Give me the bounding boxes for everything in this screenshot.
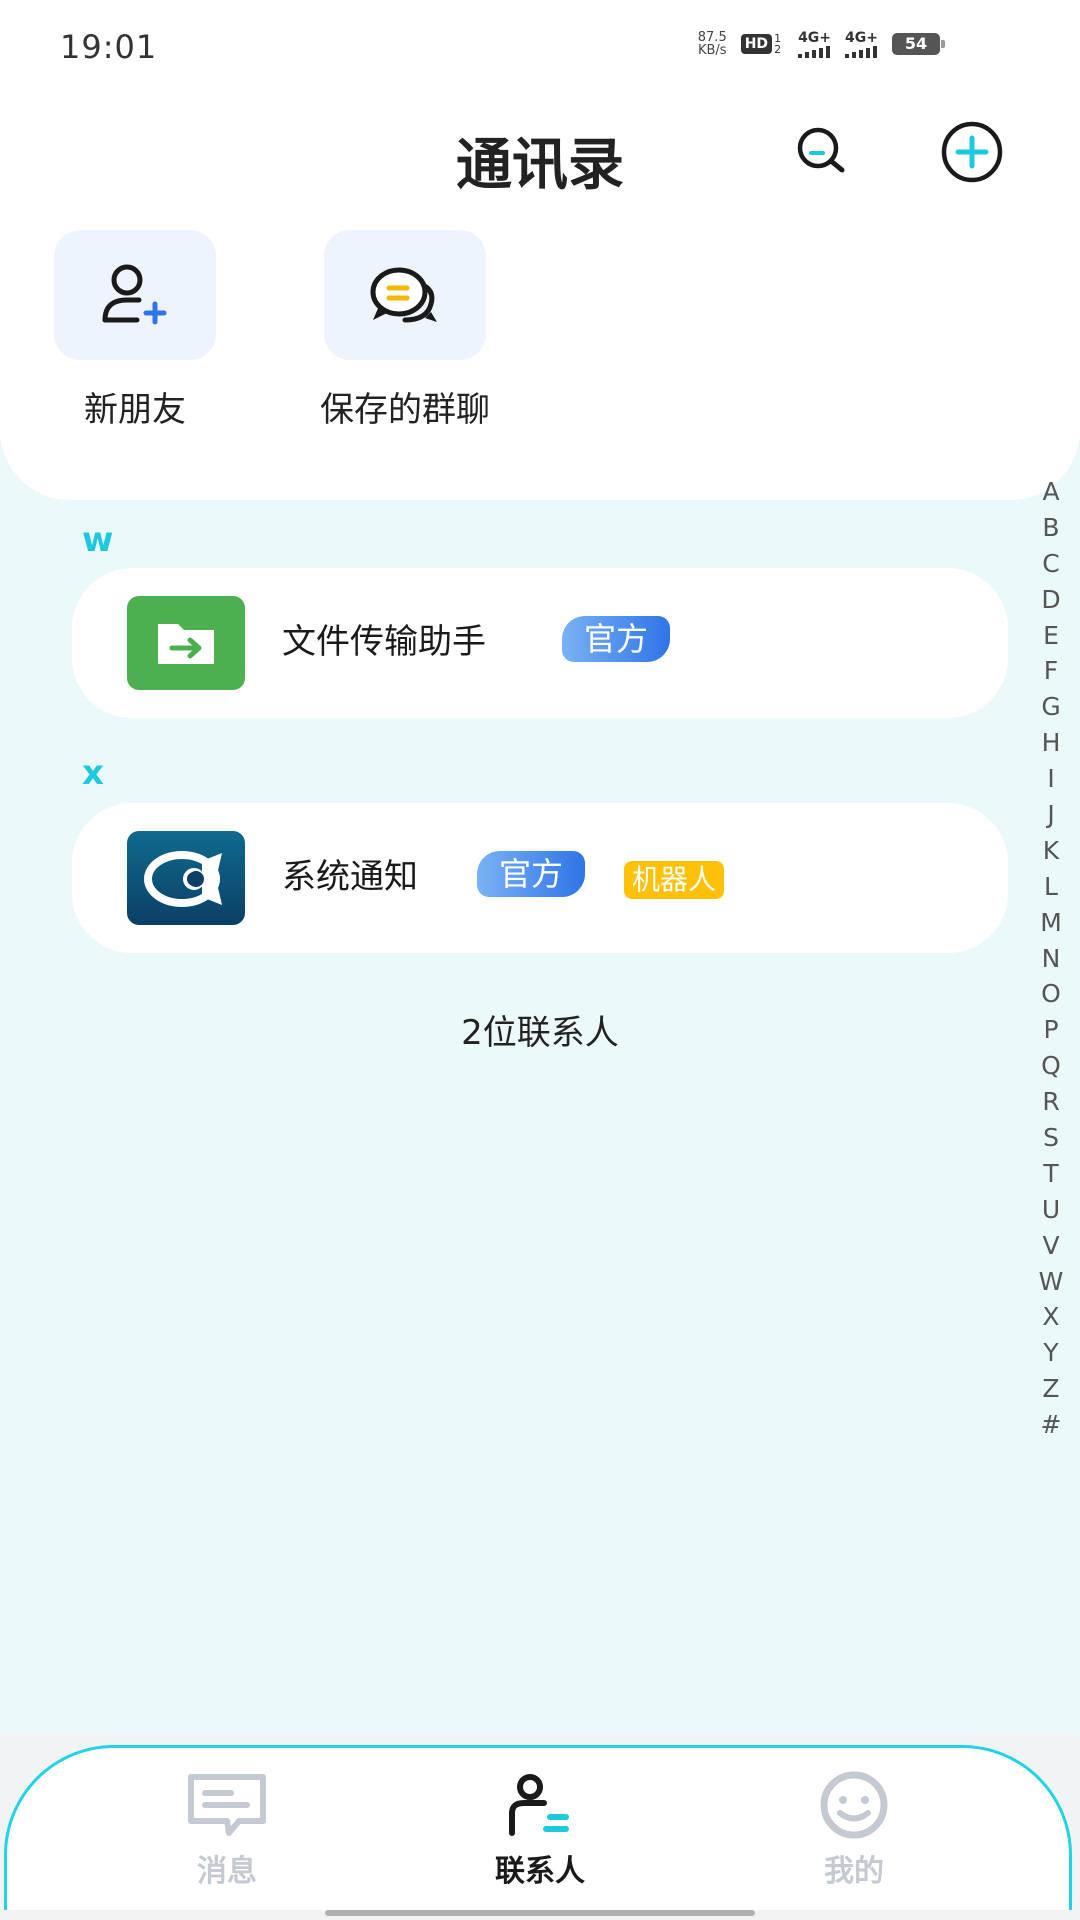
status-indicators: 87.5 KB/s HD 1 2 4G+ 4G+ 54 xyxy=(698,30,945,58)
official-tag: 官方 xyxy=(562,616,671,662)
system-notice-avatar xyxy=(127,831,245,925)
saved-groups-button[interactable]: 保存的群聊 xyxy=(305,230,505,431)
signal-icon: 4G+ xyxy=(798,30,831,58)
index-letter[interactable]: B xyxy=(1036,510,1066,546)
hd-indicator: HD 1 2 xyxy=(740,32,784,56)
folder-arrow-icon xyxy=(158,624,214,664)
add-button[interactable] xyxy=(940,120,1004,184)
index-letter[interactable]: A xyxy=(1036,474,1066,510)
index-letter[interactable]: Y xyxy=(1036,1335,1066,1371)
robot-tag: 机器人 xyxy=(624,861,725,899)
index-letter[interactable]: C xyxy=(1036,546,1066,582)
contact-file-transfer[interactable]: 文件传输助手 官方 xyxy=(72,568,1008,718)
index-letter[interactable]: H xyxy=(1036,725,1066,761)
index-letter[interactable]: T xyxy=(1036,1156,1066,1192)
section-letter-w: w xyxy=(82,520,114,560)
nav-contacts-label: 联系人 xyxy=(495,1854,585,1889)
nav-mine[interactable]: 我的 xyxy=(754,1770,954,1890)
battery-icon: 54 xyxy=(892,33,945,55)
nav-mine-label: 我的 xyxy=(824,1854,884,1889)
index-letter[interactable]: M xyxy=(1036,905,1066,941)
index-letter[interactable]: O xyxy=(1036,976,1066,1012)
index-letter[interactable]: # xyxy=(1036,1407,1066,1443)
status-bar: 19:01 87.5 KB/s HD 1 2 4G+ 4G+ 54 xyxy=(0,0,1080,100)
index-letter[interactable]: R xyxy=(1036,1084,1066,1120)
network-speed: 87.5 KB/s xyxy=(698,31,727,57)
status-time: 19:01 xyxy=(60,28,158,66)
index-letter[interactable]: E xyxy=(1036,618,1066,654)
new-friends-icon-box xyxy=(54,230,216,360)
official-tag: 官方 xyxy=(477,851,586,897)
index-letter[interactable]: X xyxy=(1036,1299,1066,1335)
index-letter[interactable]: K xyxy=(1036,833,1066,869)
index-letter[interactable]: V xyxy=(1036,1228,1066,1264)
add-user-icon xyxy=(102,264,167,325)
contact-name: 文件传输助手 xyxy=(282,622,486,662)
saved-groups-icon-box xyxy=(324,230,486,360)
contacts-icon xyxy=(509,1774,569,1836)
page-title: 通讯录 xyxy=(456,133,624,198)
index-letter[interactable]: L xyxy=(1036,869,1066,905)
hd-badge: HD xyxy=(740,34,773,54)
index-letter[interactable]: Q xyxy=(1036,1048,1066,1084)
plus-circle-icon xyxy=(941,121,1003,183)
signal-type: 4G+ xyxy=(798,30,832,46)
nav-messages-label: 消息 xyxy=(197,1854,257,1889)
search-icon xyxy=(797,127,845,173)
alphabet-index[interactable]: A B C D E F G H I J K L M N O P Q R S T U V W X Y Z # xyxy=(1036,474,1066,1443)
message-icon xyxy=(188,1774,266,1836)
index-letter[interactable]: N xyxy=(1036,941,1066,977)
index-letter[interactable]: D xyxy=(1036,582,1066,618)
new-friends-label: 新朋友 xyxy=(84,390,186,430)
search-button[interactable] xyxy=(790,120,854,184)
index-letter[interactable]: P xyxy=(1036,1012,1066,1048)
index-letter[interactable]: W xyxy=(1036,1264,1066,1300)
index-letter[interactable]: I xyxy=(1036,761,1066,797)
index-letter[interactable]: F xyxy=(1036,653,1066,689)
index-letter[interactable]: Z xyxy=(1036,1371,1066,1407)
hd-sim-index: 1 2 xyxy=(774,32,782,56)
signal-icon: 4G+ xyxy=(845,30,878,58)
network-speed-unit: KB/s xyxy=(697,43,727,58)
signal-type: 4G+ xyxy=(845,30,878,46)
contact-name: 系统通知 xyxy=(282,857,418,897)
nav-messages[interactable]: 消息 xyxy=(127,1770,327,1890)
index-letter[interactable]: U xyxy=(1036,1192,1066,1228)
nav-contacts[interactable]: 联系人 xyxy=(440,1770,640,1890)
index-letter[interactable]: G xyxy=(1036,689,1066,725)
saved-groups-label: 保存的群聊 xyxy=(320,390,490,430)
smiley-icon xyxy=(820,1771,888,1839)
chat-bubbles-icon xyxy=(370,267,437,323)
home-indicator xyxy=(325,1910,755,1916)
contact-system-notice[interactable]: 系统通知 官方 机器人 xyxy=(72,803,1008,953)
index-letter[interactable]: J xyxy=(1036,797,1066,833)
new-friends-button[interactable]: 新朋友 xyxy=(35,230,235,431)
system-logo-icon xyxy=(144,851,222,907)
file-transfer-avatar xyxy=(127,596,245,690)
index-letter[interactable]: S xyxy=(1036,1120,1066,1156)
contact-count: 2位联系人 xyxy=(461,1013,619,1053)
section-letter-x: x xyxy=(82,753,104,793)
